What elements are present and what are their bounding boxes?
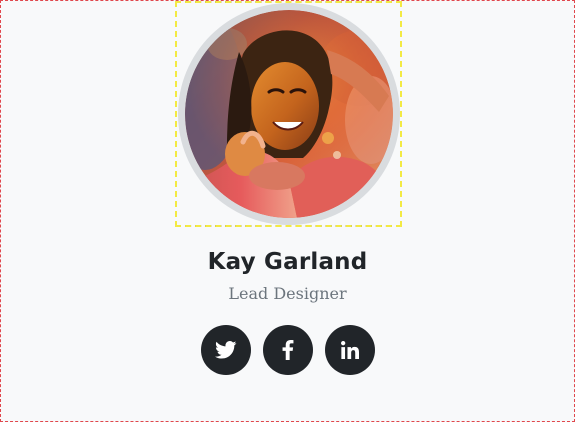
linkedin-button[interactable] — [324, 325, 375, 375]
facebook-button[interactable] — [262, 325, 313, 375]
team-member-title: Lead Designer — [228, 284, 347, 303]
facebook-icon — [282, 340, 294, 360]
team-member-avatar — [184, 10, 393, 218]
team-member-photo-frame — [175, 1, 402, 227]
social-links — [1, 325, 574, 375]
linkedin-icon — [340, 341, 359, 359]
team-member-card: Kay Garland Lead Designer — [0, 0, 575, 422]
twitter-icon — [214, 341, 237, 359]
twitter-button[interactable] — [200, 325, 251, 375]
avatar-ring — [177, 3, 400, 225]
team-member-name: Kay Garland — [207, 249, 368, 275]
